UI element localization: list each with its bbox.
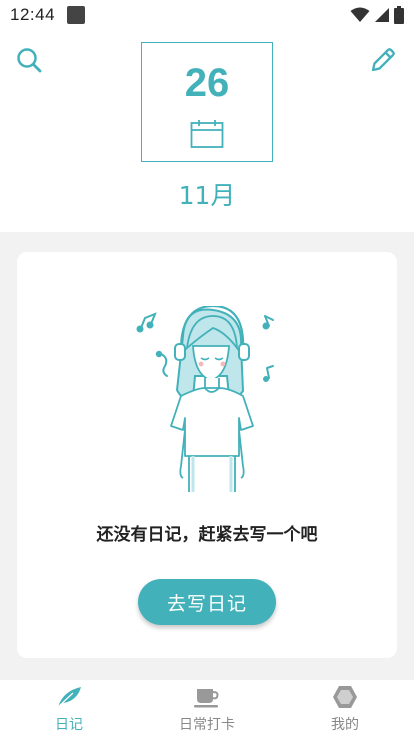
empty-diary-card: 还没有日记，赶紧去写一个吧 去写日记: [17, 252, 397, 658]
tab-mine[interactable]: 我的: [276, 680, 414, 736]
calendar-icon: [190, 120, 224, 148]
hexagon-icon: [333, 686, 357, 708]
bottom-tab-bar: 日记 日常打卡 我的: [0, 680, 414, 736]
day-number: 26: [184, 61, 230, 105]
tab-mine-label: 我的: [331, 717, 359, 733]
search-button[interactable]: [12, 43, 46, 77]
battery-icon: [394, 6, 404, 24]
coffee-cup-icon: [194, 689, 219, 708]
status-time: 12:44: [10, 5, 56, 24]
status-indicators: [350, 6, 404, 24]
date-header: 26 11月: [0, 30, 414, 232]
pencil-icon: [371, 48, 395, 72]
write-diary-button[interactable]: 去写日记: [138, 579, 276, 625]
date-display[interactable]: 26: [141, 42, 273, 162]
tab-daily-checkin-label: 日常打卡: [179, 717, 235, 733]
tab-daily-checkin[interactable]: 日常打卡: [138, 680, 276, 736]
feather-icon: [57, 687, 81, 708]
edit-button[interactable]: [366, 43, 400, 77]
signal-icon: [375, 8, 389, 22]
month-label: 11月: [178, 181, 236, 210]
status-bar: 12:44: [0, 0, 414, 30]
girl-with-headphones-illustration: [136, 306, 274, 492]
search-icon: [17, 48, 42, 73]
tab-diary[interactable]: 日记: [0, 680, 138, 736]
empty-message: 还没有日记，赶紧去写一个吧: [96, 525, 318, 545]
notification-icon: [67, 6, 86, 24]
tab-diary-label: 日记: [55, 717, 83, 733]
wifi-icon: [350, 7, 370, 22]
